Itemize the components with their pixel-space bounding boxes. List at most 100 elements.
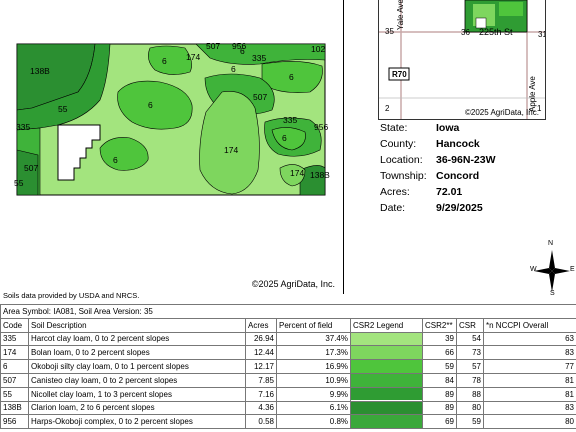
cell-pct: 0.8% — [276, 414, 351, 430]
cell-legend — [350, 372, 423, 388]
cell-acres: 7.16 — [245, 386, 277, 402]
township-label: Township: — [380, 170, 427, 182]
cell-nccpi: 83 — [483, 345, 576, 361]
inset-copyright: ©2025 AgriData, Inc. — [465, 108, 539, 117]
acres-value: 72.01 — [436, 186, 463, 198]
table-header-row: Code Soil Description Acres Percent of f… — [0, 317, 576, 333]
cell-acres: 12.17 — [245, 359, 277, 374]
cell-nccpi: 77 — [483, 359, 576, 374]
map-label: 6 — [162, 56, 167, 66]
cell-acres: 7.85 — [245, 372, 277, 388]
header-nccpi: *n NCCPI Overall — [483, 317, 576, 333]
cell-desc: Bolan loam, 0 to 2 percent slopes — [28, 345, 246, 361]
map-labels: 138B 55 335 507 55 174 6 507 956 335 6 1… — [0, 0, 344, 294]
cell-legend — [350, 414, 423, 430]
map-label: 138B — [310, 170, 330, 180]
locator-map[interactable]: Yale Ave 225th St Apple Ave 35 36 31 2 1… — [378, 0, 546, 120]
cell-nccpi: 63 — [483, 331, 576, 347]
township-value: Concord — [436, 170, 480, 182]
cell-desc: Okoboji silty clay loam, 0 to 1 percent … — [28, 359, 246, 374]
table-row: 138B Clarion loam, 2 to 6 percent slopes 4… — [0, 400, 576, 416]
cell-csr: 57 — [456, 359, 484, 374]
map-copyright: ©2025 AgriData, Inc. — [251, 279, 335, 289]
map-label: 507 — [206, 41, 221, 51]
cell-desc: Harps-Okoboji complex, 0 to 2 percent sl… — [28, 414, 246, 430]
info-row-state: State: Iowa — [380, 120, 570, 136]
header-code: Code — [0, 317, 29, 333]
cell-nccpi: 81 — [483, 386, 576, 402]
table-row: 55 Nicollet clay loam, 1 to 3 percent slo… — [0, 386, 576, 402]
compass-s: S — [550, 290, 555, 297]
acres-label: Acres: — [380, 186, 410, 198]
header-acres: Acres — [245, 317, 277, 333]
csr2-legend-swatch — [351, 415, 422, 428]
map-label: 174 — [224, 145, 239, 155]
info-row-township: Township: Concord — [380, 168, 570, 184]
data-source-note: Soils data provided by USDA and NRCS. — [3, 291, 140, 300]
cell-csr2: 89 — [422, 400, 457, 416]
map-label: 102 — [311, 44, 326, 54]
header-csr: CSR — [456, 317, 484, 333]
road-label-yale: Yale Ave — [396, 0, 405, 30]
cell-csr2: 84 — [422, 372, 457, 388]
cell-csr: 54 — [456, 331, 484, 347]
road-label-225th: 225th St — [479, 27, 513, 37]
cell-code: 6 — [0, 359, 29, 374]
table-row: 6 Okoboji silty clay loam, 0 to 1 percent… — [0, 359, 576, 374]
header-csr2: CSR2** — [422, 317, 457, 333]
road-label-apple: Apple Ave — [528, 76, 537, 112]
cell-nccpi: 81 — [483, 372, 576, 388]
header-desc: Soil Description — [28, 317, 246, 333]
cell-desc: Clarion loam, 2 to 6 percent slopes — [28, 400, 246, 416]
date-label: Date: — [380, 202, 406, 214]
section-2: 2 — [385, 104, 390, 113]
cell-nccpi: 83 — [483, 400, 576, 416]
cell-csr2: 66 — [422, 345, 457, 361]
county-value: Hancock — [436, 138, 480, 150]
cell-pct: 37.4% — [276, 331, 351, 347]
cell-csr: 78 — [456, 372, 484, 388]
table-row: 507 Canisteo clay loam, 0 to 2 percent sl… — [0, 372, 576, 388]
map-label: 6 — [113, 155, 118, 165]
csr2-legend-swatch — [351, 374, 422, 387]
compass-e: E — [570, 266, 575, 273]
info-row-county: County: Hancock — [380, 136, 570, 152]
area-symbol-row: Area Symbol: IA081, Soil Area Version: 3… — [0, 304, 576, 319]
csr2-legend-swatch — [351, 346, 422, 359]
state-label: State: — [380, 122, 408, 134]
map-label: 55 — [14, 178, 24, 188]
cell-pct: 17.3% — [276, 345, 351, 361]
csr2-legend-swatch — [351, 333, 422, 345]
county-label: County: — [380, 138, 417, 150]
location-value: 36-96N-23W — [436, 154, 496, 166]
cell-pct: 16.9% — [276, 359, 351, 374]
cell-pct: 10.9% — [276, 372, 351, 388]
map-label: 174 — [290, 168, 305, 178]
compass-w: W — [530, 266, 537, 273]
cell-csr: 73 — [456, 345, 484, 361]
table-row: 174 Bolan loam, 0 to 2 percent slopes 12.4… — [0, 345, 576, 361]
cell-acres: 26.94 — [245, 331, 277, 347]
state-value: Iowa — [436, 122, 460, 134]
cell-code: 138B — [0, 400, 29, 416]
cell-code: 174 — [0, 345, 29, 361]
map-label: 6 — [231, 64, 236, 74]
cell-acres: 4.36 — [245, 400, 277, 416]
cell-desc: Canisteo clay loam, 0 to 2 percent slope… — [28, 372, 246, 388]
map-label: 138B — [30, 66, 50, 76]
cell-pct: 6.1% — [276, 400, 351, 416]
soil-table: Area Symbol: IA081, Soil Area Version: 3… — [0, 304, 576, 430]
map-label: 335 — [252, 53, 267, 63]
area-symbol: Area Symbol: IA081, Soil Area Version: 3… — [0, 304, 576, 319]
cell-legend — [350, 345, 423, 361]
location-label: Location: — [380, 154, 423, 166]
cell-csr2: 39 — [422, 331, 457, 347]
cell-desc: Nicollet clay loam, 1 to 3 percent slope… — [28, 386, 246, 402]
map-label: 956 — [314, 122, 329, 132]
map-label: 335 — [283, 115, 298, 125]
cell-acres: 0.58 — [245, 414, 277, 430]
csr2-legend-swatch — [351, 360, 422, 373]
section-31: 31 — [538, 30, 545, 39]
header-pct: Percent of field — [276, 317, 351, 333]
info-row-date: Date: 9/29/2025 — [380, 200, 570, 216]
